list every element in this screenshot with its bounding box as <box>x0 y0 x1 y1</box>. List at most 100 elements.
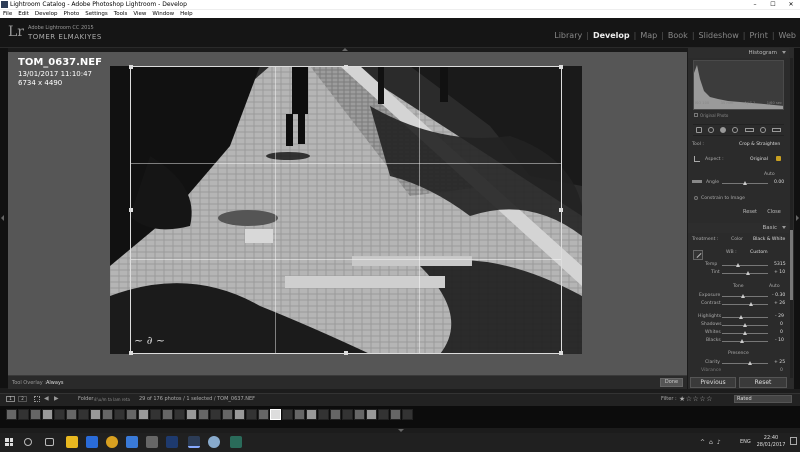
filmstrip-thumb[interactable] <box>306 409 317 420</box>
exposure-slider-knob[interactable] <box>741 294 745 298</box>
filmstrip-thumb[interactable] <box>186 409 197 420</box>
filmstrip-thumb[interactable] <box>366 409 377 420</box>
angle-value[interactable]: 0.00 <box>774 180 784 185</box>
filmstrip-thumb[interactable] <box>78 409 89 420</box>
filmstrip-thumb[interactable] <box>282 409 293 420</box>
filmstrip-thumb[interactable] <box>222 409 233 420</box>
right-panel-toggle-icon[interactable] <box>796 215 799 221</box>
filmstrip-thumb[interactable] <box>174 409 185 420</box>
filmstrip-thumb[interactable] <box>342 409 353 420</box>
menu-window[interactable]: Window <box>152 10 174 18</box>
filmstrip-thumb[interactable] <box>54 409 65 420</box>
menu-file[interactable]: File <box>3 10 12 18</box>
tint-value[interactable]: + 10 <box>774 270 785 275</box>
system-clock[interactable]: 22:40 28/01/2017 <box>756 435 786 449</box>
filmstrip-thumb[interactable] <box>234 409 245 420</box>
tone-auto[interactable]: Auto <box>769 284 780 289</box>
network-icon[interactable]: ⌂ <box>709 439 713 446</box>
menu-tools[interactable]: Tools <box>114 10 128 18</box>
clarity-value[interactable]: + 25 <box>774 360 785 365</box>
crop-handle-bottom-right[interactable] <box>559 351 563 355</box>
contrast-slider-knob[interactable] <box>749 302 753 306</box>
filmstrip-thumb[interactable] <box>18 409 29 420</box>
filmstrip-thumb[interactable] <box>66 409 77 420</box>
module-book[interactable]: Book <box>668 31 688 40</box>
filmstrip-thumb[interactable] <box>138 409 149 420</box>
original-photo-checkbox[interactable] <box>694 113 698 117</box>
filmstrip-thumb[interactable] <box>330 409 341 420</box>
app-icon[interactable] <box>146 436 158 448</box>
crop-overlay[interactable] <box>129 65 563 355</box>
module-map[interactable]: Map <box>640 31 657 40</box>
filmstrip-thumb[interactable] <box>402 409 413 420</box>
graduated-filter-icon[interactable] <box>744 128 754 132</box>
crop-handle-right[interactable] <box>559 208 563 212</box>
menu-edit[interactable]: Edit <box>18 10 29 18</box>
contrast-slider[interactable] <box>722 304 768 305</box>
contrast-value[interactable]: + 26 <box>774 301 785 306</box>
filmstrip-thumb[interactable] <box>162 409 173 420</box>
grid-view-icon[interactable] <box>34 396 40 402</box>
exposure-slider[interactable] <box>722 296 768 297</box>
crop-handle-left[interactable] <box>129 208 133 212</box>
panel-scrollbar[interactable] <box>790 58 793 378</box>
crop-close-button[interactable]: Close <box>764 207 784 217</box>
blacks-slider-knob[interactable] <box>740 339 744 343</box>
tint-slider[interactable] <box>722 273 768 274</box>
whites-value[interactable]: 0 <box>780 330 783 335</box>
crop-frame-icon[interactable] <box>694 156 700 162</box>
filmstrip-thumb[interactable] <box>42 409 53 420</box>
aspect-value[interactable]: Original <box>750 157 768 162</box>
blacks-slider[interactable] <box>722 341 768 342</box>
spot-removal-icon[interactable] <box>720 127 727 133</box>
crop-tool-icon[interactable] <box>708 127 715 133</box>
basic-header[interactable]: Basic <box>688 223 789 233</box>
crop-handle-top-left[interactable] <box>129 65 133 69</box>
histogram-header[interactable]: Histogram <box>688 48 789 58</box>
clarity-slider-knob[interactable] <box>748 361 752 365</box>
edge-browser-icon[interactable] <box>86 436 98 448</box>
panel-scrollbar-thumb[interactable] <box>790 230 793 300</box>
highlights-slider[interactable] <box>722 317 768 318</box>
filmstrip-thumb[interactable] <box>114 409 125 420</box>
photoshop-icon[interactable] <box>166 436 178 448</box>
minimize-button[interactable]: – <box>746 0 764 9</box>
lock-icon[interactable] <box>776 156 781 161</box>
search-icon[interactable] <box>24 438 32 446</box>
radial-filter-icon[interactable] <box>759 127 766 133</box>
shadows-value[interactable]: 0 <box>780 322 783 327</box>
filmstrip-thumb[interactable] <box>246 409 257 420</box>
menu-settings[interactable]: Settings <box>85 10 108 18</box>
rating-filter[interactable]: ★☆☆☆☆ <box>679 395 713 403</box>
filmstrip-thumb[interactable] <box>210 409 221 420</box>
folder-path[interactable]: s:\u/m ta lam reta <box>94 397 130 402</box>
treatment-bw[interactable]: Black & White <box>753 237 785 242</box>
filmstrip-thumb[interactable] <box>150 409 161 420</box>
menu-view[interactable]: View <box>133 10 146 18</box>
vibrance-value[interactable]: 0 <box>780 368 783 373</box>
file-explorer-icon[interactable] <box>66 436 78 448</box>
constrain-radio[interactable] <box>694 196 698 200</box>
crop-reset-button[interactable]: Reset <box>740 207 760 217</box>
angle-slider-knob[interactable] <box>743 181 747 185</box>
grid-tool-icon[interactable] <box>696 127 703 133</box>
treatment-color[interactable]: Color <box>731 237 743 242</box>
temp-slider[interactable] <box>722 265 768 266</box>
crop-handle-bottom-left[interactable] <box>129 351 133 355</box>
adjustment-brush-icon[interactable] <box>771 128 781 132</box>
wb-eyedropper-icon[interactable] <box>693 250 703 260</box>
filmstrip-thumb[interactable] <box>6 409 17 420</box>
filmstrip-thumb[interactable] <box>390 409 401 420</box>
blacks-value[interactable]: - 10 <box>775 338 784 343</box>
wb-value[interactable]: Custom <box>750 250 768 255</box>
filmstrip-thumb-selected[interactable] <box>270 409 281 420</box>
rated-select[interactable]: Rated <box>734 395 792 403</box>
module-slideshow[interactable]: Slideshow <box>699 31 739 40</box>
notification-icon[interactable] <box>790 437 797 445</box>
filmstrip-thumb[interactable] <box>102 409 113 420</box>
clarity-slider[interactable] <box>722 363 768 364</box>
filmstrip-thumb[interactable] <box>198 409 209 420</box>
language-indicator[interactable]: ENG <box>740 439 751 445</box>
left-panel-toggle-icon[interactable] <box>1 215 4 221</box>
crop-handle-top[interactable] <box>344 65 348 69</box>
